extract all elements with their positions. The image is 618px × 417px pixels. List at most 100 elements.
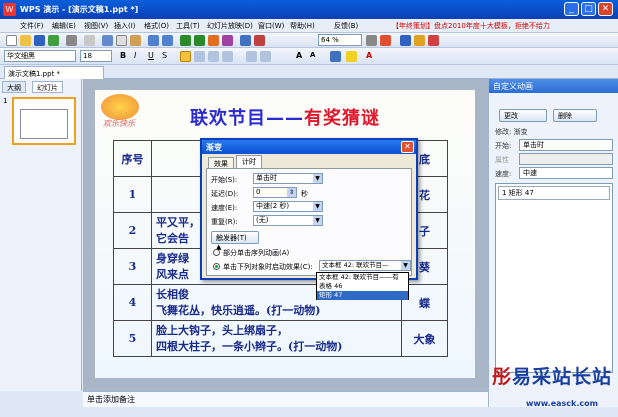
trigger-object-select[interactable]: 文本框 42: 联欢节目— ▼ [319, 260, 411, 271]
font-color-icon[interactable]: A [366, 51, 377, 62]
align-right-icon[interactable] [208, 51, 219, 62]
thumbnail-table [20, 109, 68, 139]
maximize-button[interactable]: □ [581, 2, 596, 16]
radio-on-click-label: 单击下列对象时启动效果(C): [223, 263, 313, 271]
bold-icon[interactable]: B [120, 51, 131, 62]
menu-window[interactable]: 窗口(W) [258, 21, 284, 31]
align-center-icon[interactable] [194, 51, 205, 62]
row-question: 脸上大钩子，头上绑扇子， 四根大柱子，一条小辫子。(打一动物) [151, 320, 402, 357]
insert-picture-icon[interactable] [208, 35, 219, 46]
underline-icon[interactable]: U [148, 51, 159, 62]
copy-icon[interactable] [116, 35, 127, 46]
speed-select[interactable]: 中速 [519, 167, 613, 179]
dialog-close-icon[interactable]: ✕ [401, 141, 414, 153]
numbering-icon[interactable] [246, 51, 257, 62]
dropdown-option[interactable]: 文本框 42: 联欢节目——有 [317, 273, 408, 282]
increase-font-icon[interactable]: A [296, 51, 307, 62]
chevron-down-icon: ▼ [313, 216, 322, 225]
open-icon[interactable] [20, 35, 31, 46]
promo-link[interactable]: 【年终策划】盘点2010年度十大模板，拒绝不给力 [392, 21, 550, 31]
watermark-logo-icon: 彤 [492, 366, 513, 388]
menu-edit[interactable]: 编辑(E) [52, 21, 76, 31]
menu-insert[interactable]: 插入(I) [114, 21, 136, 31]
dialog-speed-select[interactable]: 中速(2 秒) ▼ [253, 201, 323, 212]
minimize-button[interactable]: _ [564, 2, 579, 16]
menu-file[interactable]: 文件(F) [20, 21, 44, 31]
cut-icon[interactable] [102, 35, 113, 46]
format-toolbar: 华文细黑 18 B I U S A A A [0, 48, 618, 65]
animation-list[interactable]: 1 矩形 47 [495, 183, 613, 373]
bullets-icon[interactable] [260, 51, 271, 62]
link-icon[interactable] [240, 35, 251, 46]
dialog-start-select[interactable]: 单击时 ▼ [253, 173, 323, 184]
layout-icon[interactable] [400, 35, 411, 46]
redo-icon[interactable] [162, 35, 173, 46]
decrease-font-icon[interactable]: A [310, 51, 321, 62]
change-effect-button[interactable]: 更改 [499, 109, 547, 122]
fill-color-icon[interactable] [346, 51, 357, 62]
close-button[interactable]: ✕ [598, 2, 613, 16]
find-icon[interactable] [366, 35, 377, 46]
slide-logo-text: 欢乐快乐 [103, 119, 135, 128]
site-watermark: 彤易采站长站 [492, 366, 613, 388]
menu-help[interactable]: 帮助(H) [290, 21, 315, 31]
shadow-icon[interactable]: S [162, 51, 173, 62]
row-answer: 大象 [401, 320, 448, 357]
delete-effect-button[interactable]: 删除 [553, 109, 597, 122]
radio-on-click[interactable] [213, 263, 220, 270]
start-label: 开始: [495, 142, 512, 150]
insert-chart-icon[interactable] [194, 35, 205, 46]
slide-title[interactable]: 联欢节目——有奖猜谜 [190, 104, 380, 130]
help-icon[interactable] [380, 35, 391, 46]
export-icon[interactable] [48, 35, 59, 46]
row-no: 5 [113, 320, 152, 357]
preview-icon[interactable] [84, 35, 95, 46]
font-select[interactable]: 华文细黑 [4, 50, 76, 62]
slide-thumbnail[interactable] [12, 97, 76, 145]
repeat-select[interactable]: (无) ▼ [253, 215, 323, 226]
notes-pane[interactable]: 单击添加备注 [83, 391, 488, 407]
window-title: WPS 演示 - [演示文稿1.ppt *] [20, 5, 139, 14]
spinner-icon[interactable]: ⇕ [287, 188, 296, 197]
line-color-icon[interactable] [330, 51, 341, 62]
save-icon[interactable] [34, 35, 45, 46]
italic-icon[interactable]: I [134, 51, 145, 62]
new-icon[interactable] [6, 35, 17, 46]
zoom-select[interactable]: 64 % [318, 34, 362, 46]
menu-format[interactable]: 格式(O) [144, 21, 169, 31]
design-icon[interactable] [428, 35, 439, 46]
menu-view[interactable]: 视图(V) [84, 21, 108, 31]
title-part-b: 有奖猜谜 [304, 108, 380, 129]
dropdown-option[interactable]: 表格 46 [317, 282, 408, 291]
dropdown-option-selected[interactable]: 矩形 47 [317, 291, 408, 300]
start-select[interactable]: 单击时 [519, 139, 613, 151]
menu-feedback[interactable]: 反馈(B) [334, 21, 358, 31]
document-tab[interactable]: 演示文稿1.ppt * [4, 66, 104, 79]
modify-label: 修改: 渐变 [495, 128, 528, 136]
insert-textbox-icon[interactable] [222, 35, 233, 46]
trigger-button[interactable]: 触发器(T) ▲ [211, 231, 259, 251]
menu-slideshow[interactable]: 幻灯片放映(D) [207, 21, 253, 31]
tab-outline[interactable]: 大纲 [2, 81, 26, 93]
insert-table-icon[interactable] [180, 35, 191, 46]
color-icon[interactable] [254, 35, 265, 46]
menu-bar: 文件(F) 编辑(E) 视图(V) 插入(I) 格式(O) 工具(T) 幻灯片放… [0, 19, 618, 33]
radio-sequence[interactable] [213, 249, 220, 256]
document-tabs: 演示文稿1.ppt * [0, 65, 618, 79]
template-icon[interactable] [414, 35, 425, 46]
justify-icon[interactable] [222, 51, 233, 62]
paste-icon[interactable] [130, 35, 141, 46]
align-left-icon[interactable] [180, 51, 191, 62]
pane-title: 自定义动画 [489, 79, 618, 93]
size-select[interactable]: 18 [80, 50, 112, 62]
tab-slides[interactable]: 幻灯片 [32, 81, 63, 93]
trigger-dropdown-list[interactable]: 文本框 42: 联欢节目——有 表格 46 矩形 47 [316, 272, 409, 300]
print-icon[interactable] [66, 35, 77, 46]
undo-icon[interactable] [148, 35, 159, 46]
watermark-url: www.easck.com [526, 399, 598, 408]
animation-list-item[interactable]: 1 矩形 47 [498, 186, 610, 200]
delay-input[interactable]: 0 ⇕ [253, 187, 297, 198]
menu-tools[interactable]: 工具(T) [176, 21, 200, 31]
tab-timing[interactable]: 计时 [236, 155, 262, 169]
status-bar [0, 407, 618, 417]
